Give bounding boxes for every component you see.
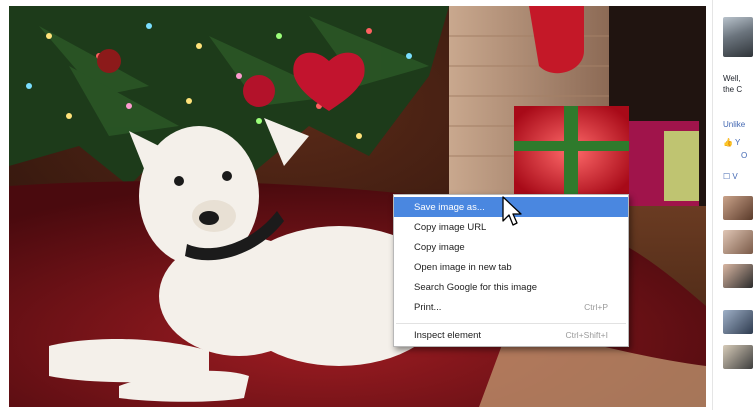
menu-item-copy-image[interactable]: Copy image	[394, 237, 628, 257]
menu-item-open-image-new-tab[interactable]: Open image in new tab	[394, 257, 628, 277]
comment-avatar[interactable]	[723, 264, 753, 288]
thumbs-up-icon: 👍	[723, 138, 733, 147]
comments-link[interactable]: ☐ V	[723, 172, 738, 181]
menu-item-search-google-image[interactable]: Search Google for this image	[394, 277, 628, 297]
unlike-link[interactable]: Unlike	[723, 120, 745, 129]
comment-avatar[interactable]	[723, 230, 753, 254]
comment-avatar[interactable]	[723, 310, 753, 334]
menu-item-print[interactable]: Print... Ctrl+P	[394, 297, 628, 317]
post-side-panel: Well, the C Unlike 👍 Y O ☐ V	[712, 0, 756, 410]
post-text: Well, the C	[723, 74, 743, 94]
comment-avatar[interactable]	[723, 345, 753, 369]
menu-item-inspect-element[interactable]: Inspect element Ctrl+Shift+I	[394, 325, 628, 345]
comment-icon: ☐	[723, 172, 731, 181]
menu-separator	[396, 323, 626, 324]
arrow-pointer-icon	[502, 196, 522, 226]
avatar[interactable]	[723, 17, 753, 57]
like-summary[interactable]: 👍 Y	[723, 138, 740, 147]
like-summary-line2: O	[741, 151, 748, 160]
comment-avatar[interactable]	[723, 196, 753, 220]
